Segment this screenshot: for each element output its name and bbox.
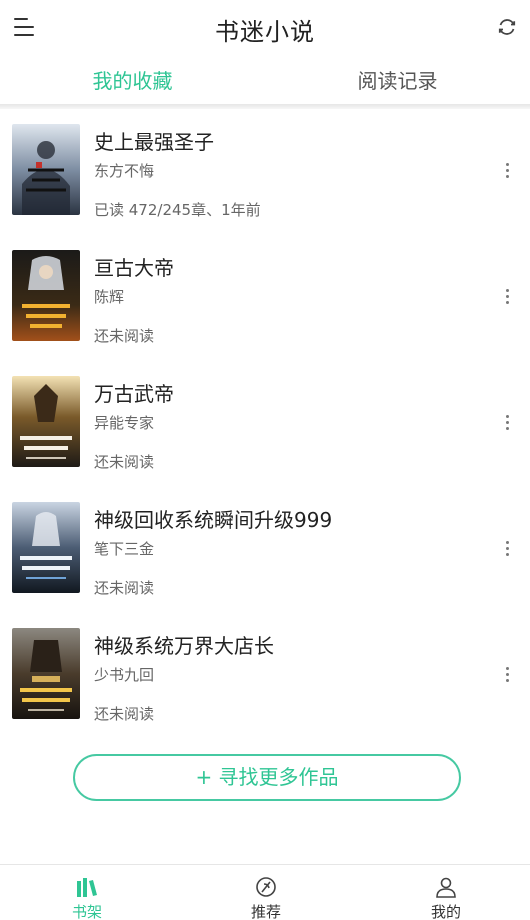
tab-reading-history[interactable]: 阅读记录: [265, 58, 530, 104]
book-title: 万古武帝: [94, 382, 174, 406]
more-options-icon[interactable]: [500, 160, 516, 180]
book-read-status: 还未阅读: [94, 579, 155, 597]
book-item[interactable]: 亘古大帝 陈辉 还未阅读: [0, 236, 530, 362]
book-author: 少书九回: [94, 666, 155, 684]
book-read-status: 还未阅读: [94, 453, 155, 471]
book-item[interactable]: 万古武帝 异能专家 还未阅读: [0, 362, 530, 488]
nav-label: 我的: [430, 903, 461, 920]
book-title: 神级系统万界大店长: [94, 634, 274, 658]
more-options-icon[interactable]: [500, 286, 516, 306]
app-header: 书迷小说: [0, 0, 530, 54]
more-options-icon[interactable]: [500, 538, 516, 558]
book-read-status: 还未阅读: [94, 327, 155, 345]
book-item[interactable]: 神级系统万界大店长 少书九回 还未阅读: [0, 614, 530, 740]
book-title: 史上最强圣子: [94, 130, 214, 154]
more-options-icon[interactable]: [500, 664, 516, 684]
book-cover: [12, 628, 80, 719]
refresh-icon[interactable]: [496, 16, 518, 38]
book-read-status: 已读 472/245章、1年前: [94, 201, 261, 219]
book-title: 亘古大帝: [94, 256, 174, 280]
book-item[interactable]: 史上最强圣子 东方不悔 已读 472/245章、1年前: [0, 110, 530, 236]
tab-bar: 我的收藏 阅读记录: [0, 58, 530, 104]
nav-label: 书架: [71, 903, 102, 920]
book-cover: [12, 502, 80, 593]
book-title: 神级回收系统瞬间升级999: [94, 508, 333, 532]
tab-favorites[interactable]: 我的收藏: [0, 58, 265, 104]
nav-bookshelf[interactable]: 书架: [37, 865, 137, 920]
book-cover: [12, 376, 80, 467]
nav-label: 推荐: [250, 903, 281, 920]
book-read-status: 还未阅读: [94, 705, 155, 723]
bottom-nav: 书架 推荐 我的: [0, 864, 530, 920]
app-title: 书迷小说: [215, 18, 315, 46]
find-more-button[interactable]: + 寻找更多作品: [73, 754, 461, 801]
book-cover: [12, 250, 80, 341]
book-author: 东方不悔: [94, 162, 155, 180]
book-list: 史上最强圣子 东方不悔 已读 472/245章、1年前 亘古大帝 陈辉 还未阅读: [0, 110, 530, 740]
recommend-icon: [256, 877, 276, 897]
nav-profile[interactable]: 我的: [396, 865, 496, 920]
book-item[interactable]: 神级回收系统瞬间升级999 笔下三金 还未阅读: [0, 488, 530, 614]
profile-icon: [436, 877, 456, 898]
tab-divider: [0, 104, 530, 109]
book-author: 异能专家: [94, 414, 155, 432]
book-cover: [12, 124, 80, 215]
book-author: 陈辉: [94, 288, 125, 306]
bookshelf-icon: [77, 878, 97, 897]
nav-recommend[interactable]: 推荐: [216, 865, 316, 920]
book-author: 笔下三金: [94, 540, 155, 558]
more-options-icon[interactable]: [500, 412, 516, 432]
